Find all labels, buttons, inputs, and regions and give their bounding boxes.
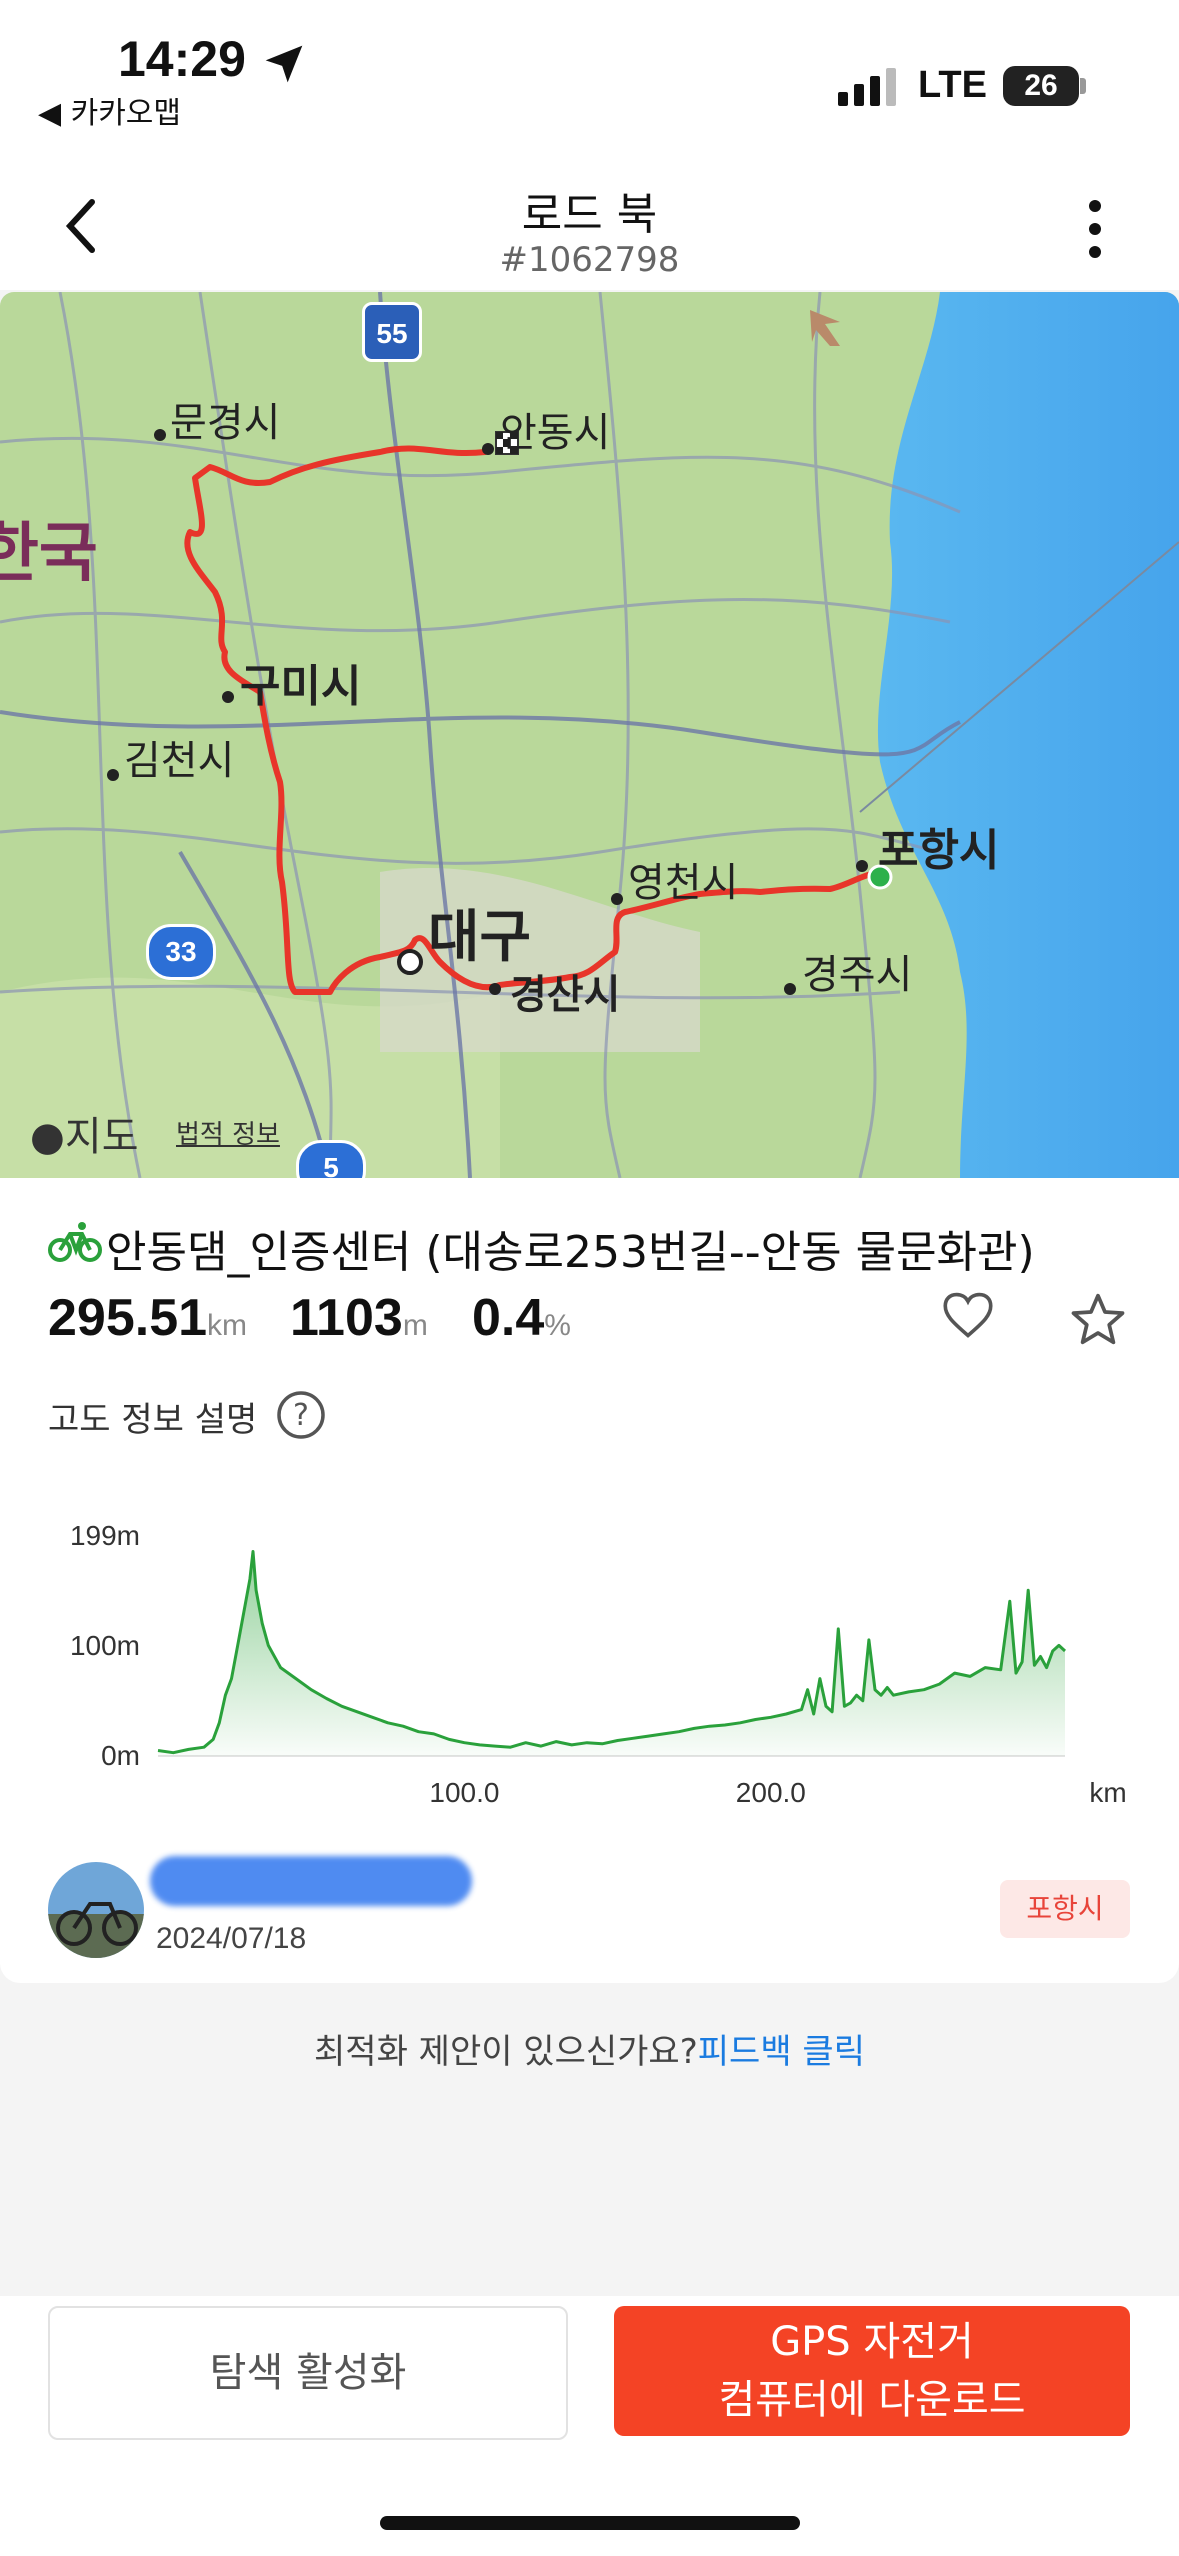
activate-navigation-button[interactable]: 탐색 활성화 bbox=[48, 2306, 568, 2440]
elevation-gain-unit: m bbox=[402, 1309, 428, 1342]
route-map[interactable]: 안동시 문경시 구미시 김천시 대구 경산시 영천시 포항시 경주시 한국 55… bbox=[0, 292, 1179, 1178]
city-label-mungyeong: 문경시 bbox=[170, 400, 281, 446]
battery-tip bbox=[1080, 78, 1086, 94]
redacted-author-name bbox=[150, 1856, 472, 1906]
route-name: 안동댐_인증센터 (대송로253번길--안동 물문화관) bbox=[106, 1227, 1035, 1278]
highway-shield-33: 33 bbox=[146, 924, 216, 980]
city-label-gumi: 구미시 bbox=[240, 661, 362, 712]
city-label-gyeongsan: 경산시 bbox=[510, 972, 621, 1018]
bicycle-icon bbox=[48, 1222, 102, 1262]
gps-button-line2: 컴퓨터에 다운로드 bbox=[718, 2377, 1026, 2423]
elevation-gain-value: 1103 bbox=[290, 1289, 403, 1347]
highway-shield-55: 55 bbox=[362, 302, 422, 362]
svg-text:?: ? bbox=[293, 1398, 309, 1433]
y-tick-199: 199m bbox=[70, 1520, 140, 1551]
feedback-prompt: 최적화 제안이 있으신가요?피드백 클릭 bbox=[0, 2024, 1179, 2073]
feedback-link[interactable]: 피드백 클릭 bbox=[698, 2032, 865, 2072]
avatar[interactable] bbox=[48, 1862, 144, 1958]
grade-value: 0.4 bbox=[472, 1289, 545, 1347]
network-type: LTE bbox=[918, 64, 987, 106]
city-label-andong: 안동시 bbox=[500, 410, 611, 456]
heart-icon[interactable] bbox=[940, 1290, 996, 1340]
x-tick-100: 100.0 bbox=[429, 1777, 499, 1808]
gps-button-line1: GPS 자전거 bbox=[770, 2319, 974, 2365]
y-tick-100: 100m bbox=[70, 1630, 140, 1661]
country-label: 한국 bbox=[0, 517, 98, 591]
signal-icon bbox=[838, 68, 896, 106]
more-menu-icon[interactable] bbox=[1080, 196, 1110, 262]
home-indicator bbox=[380, 2516, 800, 2530]
city-label-yeongcheon: 영천시 bbox=[628, 860, 739, 906]
elevation-chart: 199m 100m 0m 100.0 200.0 km bbox=[70, 1520, 1127, 1808]
battery-icon: 26 bbox=[1003, 66, 1079, 106]
help-icon[interactable]: ? bbox=[276, 1390, 326, 1440]
highway-shield-5: 5 bbox=[296, 1140, 366, 1178]
apple-icon: ● bbox=[30, 1114, 65, 1160]
elevation-area bbox=[158, 1551, 1065, 1756]
back-to-app-link[interactable]: ◀ 카카오맵 bbox=[38, 88, 181, 132]
y-tick-0: 0m bbox=[101, 1740, 140, 1771]
distance-value: 295.51 bbox=[48, 1289, 208, 1347]
city-label-gyeongju: 경주시 bbox=[802, 952, 913, 998]
city-badge: 포항시 bbox=[1000, 1880, 1130, 1938]
city-label-gimcheon: 김천시 bbox=[124, 738, 235, 784]
star-icon[interactable] bbox=[1070, 1292, 1126, 1346]
download-to-gps-button[interactable]: GPS 자전거 컴퓨터에 다운로드 bbox=[614, 2306, 1130, 2436]
elevation-gain-stat: 1103m bbox=[290, 1288, 428, 1348]
distance-stat: 295.51km bbox=[48, 1288, 247, 1348]
feedback-text: 최적화 제안이 있으신가요? bbox=[314, 2032, 698, 2072]
x-unit-label: km bbox=[1089, 1777, 1126, 1808]
grade-unit: % bbox=[544, 1309, 571, 1342]
status-time: 14:29 bbox=[118, 31, 246, 87]
location-arrow-icon bbox=[265, 45, 303, 83]
author-date: 2024/07/18 bbox=[156, 1922, 307, 1955]
map-brand: ●지도 bbox=[30, 1114, 139, 1160]
distance-unit: km bbox=[207, 1309, 248, 1342]
page-title: 로드 북 bbox=[521, 189, 658, 240]
city-label-pohang: 포항시 bbox=[878, 825, 1000, 876]
x-tick-200: 200.0 bbox=[736, 1777, 806, 1808]
elevation-info-label: 고도 정보 설명 bbox=[48, 1400, 258, 1440]
grade-stat: 0.4% bbox=[472, 1288, 571, 1348]
city-label-daegu: 대구 bbox=[428, 905, 532, 970]
route-id: #1062798 bbox=[499, 240, 680, 280]
legal-info-link[interactable]: 법적 정보 bbox=[176, 1114, 280, 1151]
